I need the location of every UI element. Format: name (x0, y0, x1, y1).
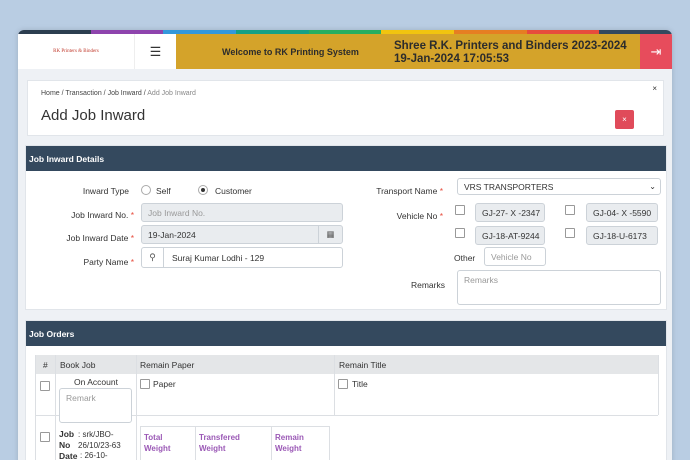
close-button[interactable]: × (615, 110, 634, 129)
transport-value: VRS TRANSPORTERS (464, 182, 554, 192)
vehicle-1[interactable]: GJ-27- X -2347 (475, 203, 545, 222)
chevron-down-icon: ⌄ (649, 182, 656, 191)
vehicle-3[interactable]: GJ-18-AT-9244 (475, 226, 545, 245)
table-header: # Book Job Remain Paper Remain Title (35, 355, 658, 374)
breadcrumb-job-inward[interactable]: Job Inward (108, 90, 142, 97)
th-total-weight: Total Weight (144, 433, 171, 453)
breadcrumb-home[interactable]: Home (41, 90, 60, 97)
paper-label: Paper (153, 379, 176, 389)
job-date-value: 19-Jan-2024 (148, 230, 196, 240)
th-transfered-weight: Transfered Weight (199, 433, 240, 453)
section-title-details: Job Inward Details (26, 146, 666, 171)
section-title-orders: Job Orders (26, 321, 666, 346)
job-date-label: Job Inward Date * (66, 233, 134, 243)
job-no-placeholder: Job Inward No. (148, 208, 206, 218)
job-no-input[interactable]: Job Inward No. (141, 203, 343, 222)
remark-textarea[interactable]: Remark (59, 388, 132, 423)
logo[interactable]: RK Printers & Binders (18, 34, 134, 69)
transport-select[interactable]: VRS TRANSPORTERS ⌄ (457, 178, 661, 195)
job-date-input[interactable]: 19-Jan-2024 ▦ (141, 225, 343, 244)
other-vehicle-input[interactable]: Vehicle No (484, 247, 546, 266)
current-datetime: 19-Jan-2024 17:05:53 (394, 53, 510, 65)
calendar-icon[interactable]: ▦ (318, 226, 342, 243)
col-remain-title: Remain Title (339, 359, 387, 370)
vehicle-4[interactable]: GJ-18-U-6173 (586, 226, 658, 245)
th-remain-weight: Remain Weight (275, 433, 304, 453)
breadcrumb-current: Add Job Inward (147, 90, 196, 97)
vehicle-2[interactable]: GJ-04- X -5590 (586, 203, 658, 222)
date-label-row: Date (59, 451, 78, 460)
vehicle-checkbox-4[interactable] (565, 228, 575, 238)
app-window: RK Printers & Binders ☰ Welcome to RK Pr… (18, 30, 672, 460)
party-name-label: Party Name * (83, 257, 134, 267)
logout-icon: ⇥ (650, 43, 662, 59)
company-info: Shree R.K. Printers and Binders 2023-202… (394, 40, 627, 66)
remarks-textarea[interactable]: Remarks (457, 270, 661, 305)
date-value-row: : 26-10- (80, 451, 108, 460)
radio-self-label: Self (156, 186, 171, 196)
other-label: Other (454, 253, 476, 263)
title-label: Title (352, 379, 368, 389)
row-checkbox-1[interactable] (40, 381, 50, 391)
company-name: Shree R.K. Printers and Binders 2023-202… (394, 40, 627, 52)
page-title: Add Job Inward (41, 107, 146, 124)
vehicle-label: Vehicle No * (396, 211, 443, 221)
vehicle-checkbox-2[interactable] (565, 205, 575, 215)
on-account-label: On Account (74, 377, 118, 387)
top-bar: RK Printers & Binders ☰ Welcome to RK Pr… (18, 34, 672, 69)
welcome-text: Welcome to RK Printing System (222, 46, 359, 57)
radio-customer-label: Customer (215, 186, 252, 196)
job-no-label: Job Inward No. * (71, 210, 134, 220)
col-index: # (43, 359, 48, 370)
party-name-value: Suraj Kumar Lodhi - 129 (172, 253, 265, 263)
breadcrumb: Home / Transaction / Job Inward / Add Jo… (41, 90, 196, 97)
job-inward-details-card: Job Inward Details Inward Type Self Cust… (25, 145, 667, 310)
paper-checkbox[interactable] (140, 379, 150, 389)
logout-button[interactable]: ⇥ (640, 34, 672, 69)
welcome-banner: Welcome to RK Printing System Shree R.K.… (176, 34, 640, 69)
vehicle-checkbox-3[interactable] (455, 228, 465, 238)
row-checkbox-2[interactable] (40, 432, 50, 442)
menu-icon: ☰ (149, 43, 162, 59)
col-book-job: Book Job (60, 359, 96, 370)
inward-type-label: Inward Type (82, 186, 129, 196)
page-header-card: Home / Transaction / Job Inward / Add Jo… (27, 80, 664, 136)
transport-label: Transport Name * (376, 186, 443, 196)
job-no-value-row: : srk/JBO-26/10/23-63 (78, 430, 121, 450)
weight-table: Total Weight Transfered Weight Remain We… (140, 426, 330, 460)
job-orders-card: Job Orders # Book Job Remain Paper Remai… (25, 320, 667, 460)
vehicle-checkbox-1[interactable] (455, 205, 465, 215)
menu-toggle-button[interactable]: ☰ (134, 34, 176, 69)
job-no-label-row: Job No (59, 429, 75, 450)
logo-text: RK Printers & Binders (53, 49, 99, 54)
title-checkbox[interactable] (338, 379, 348, 389)
remarks-label: Remarks (410, 280, 445, 290)
breadcrumb-transaction[interactable]: Transaction (65, 90, 101, 97)
party-name-input[interactable]: ⚲ Suraj Kumar Lodhi - 129 (141, 247, 343, 268)
radio-self[interactable] (141, 185, 151, 195)
close-icon: × (622, 115, 627, 124)
corner-close-icon[interactable]: × (652, 84, 657, 93)
col-remain-paper: Remain Paper (140, 359, 195, 370)
radio-customer[interactable] (198, 185, 208, 195)
search-icon: ⚲ (142, 248, 164, 267)
